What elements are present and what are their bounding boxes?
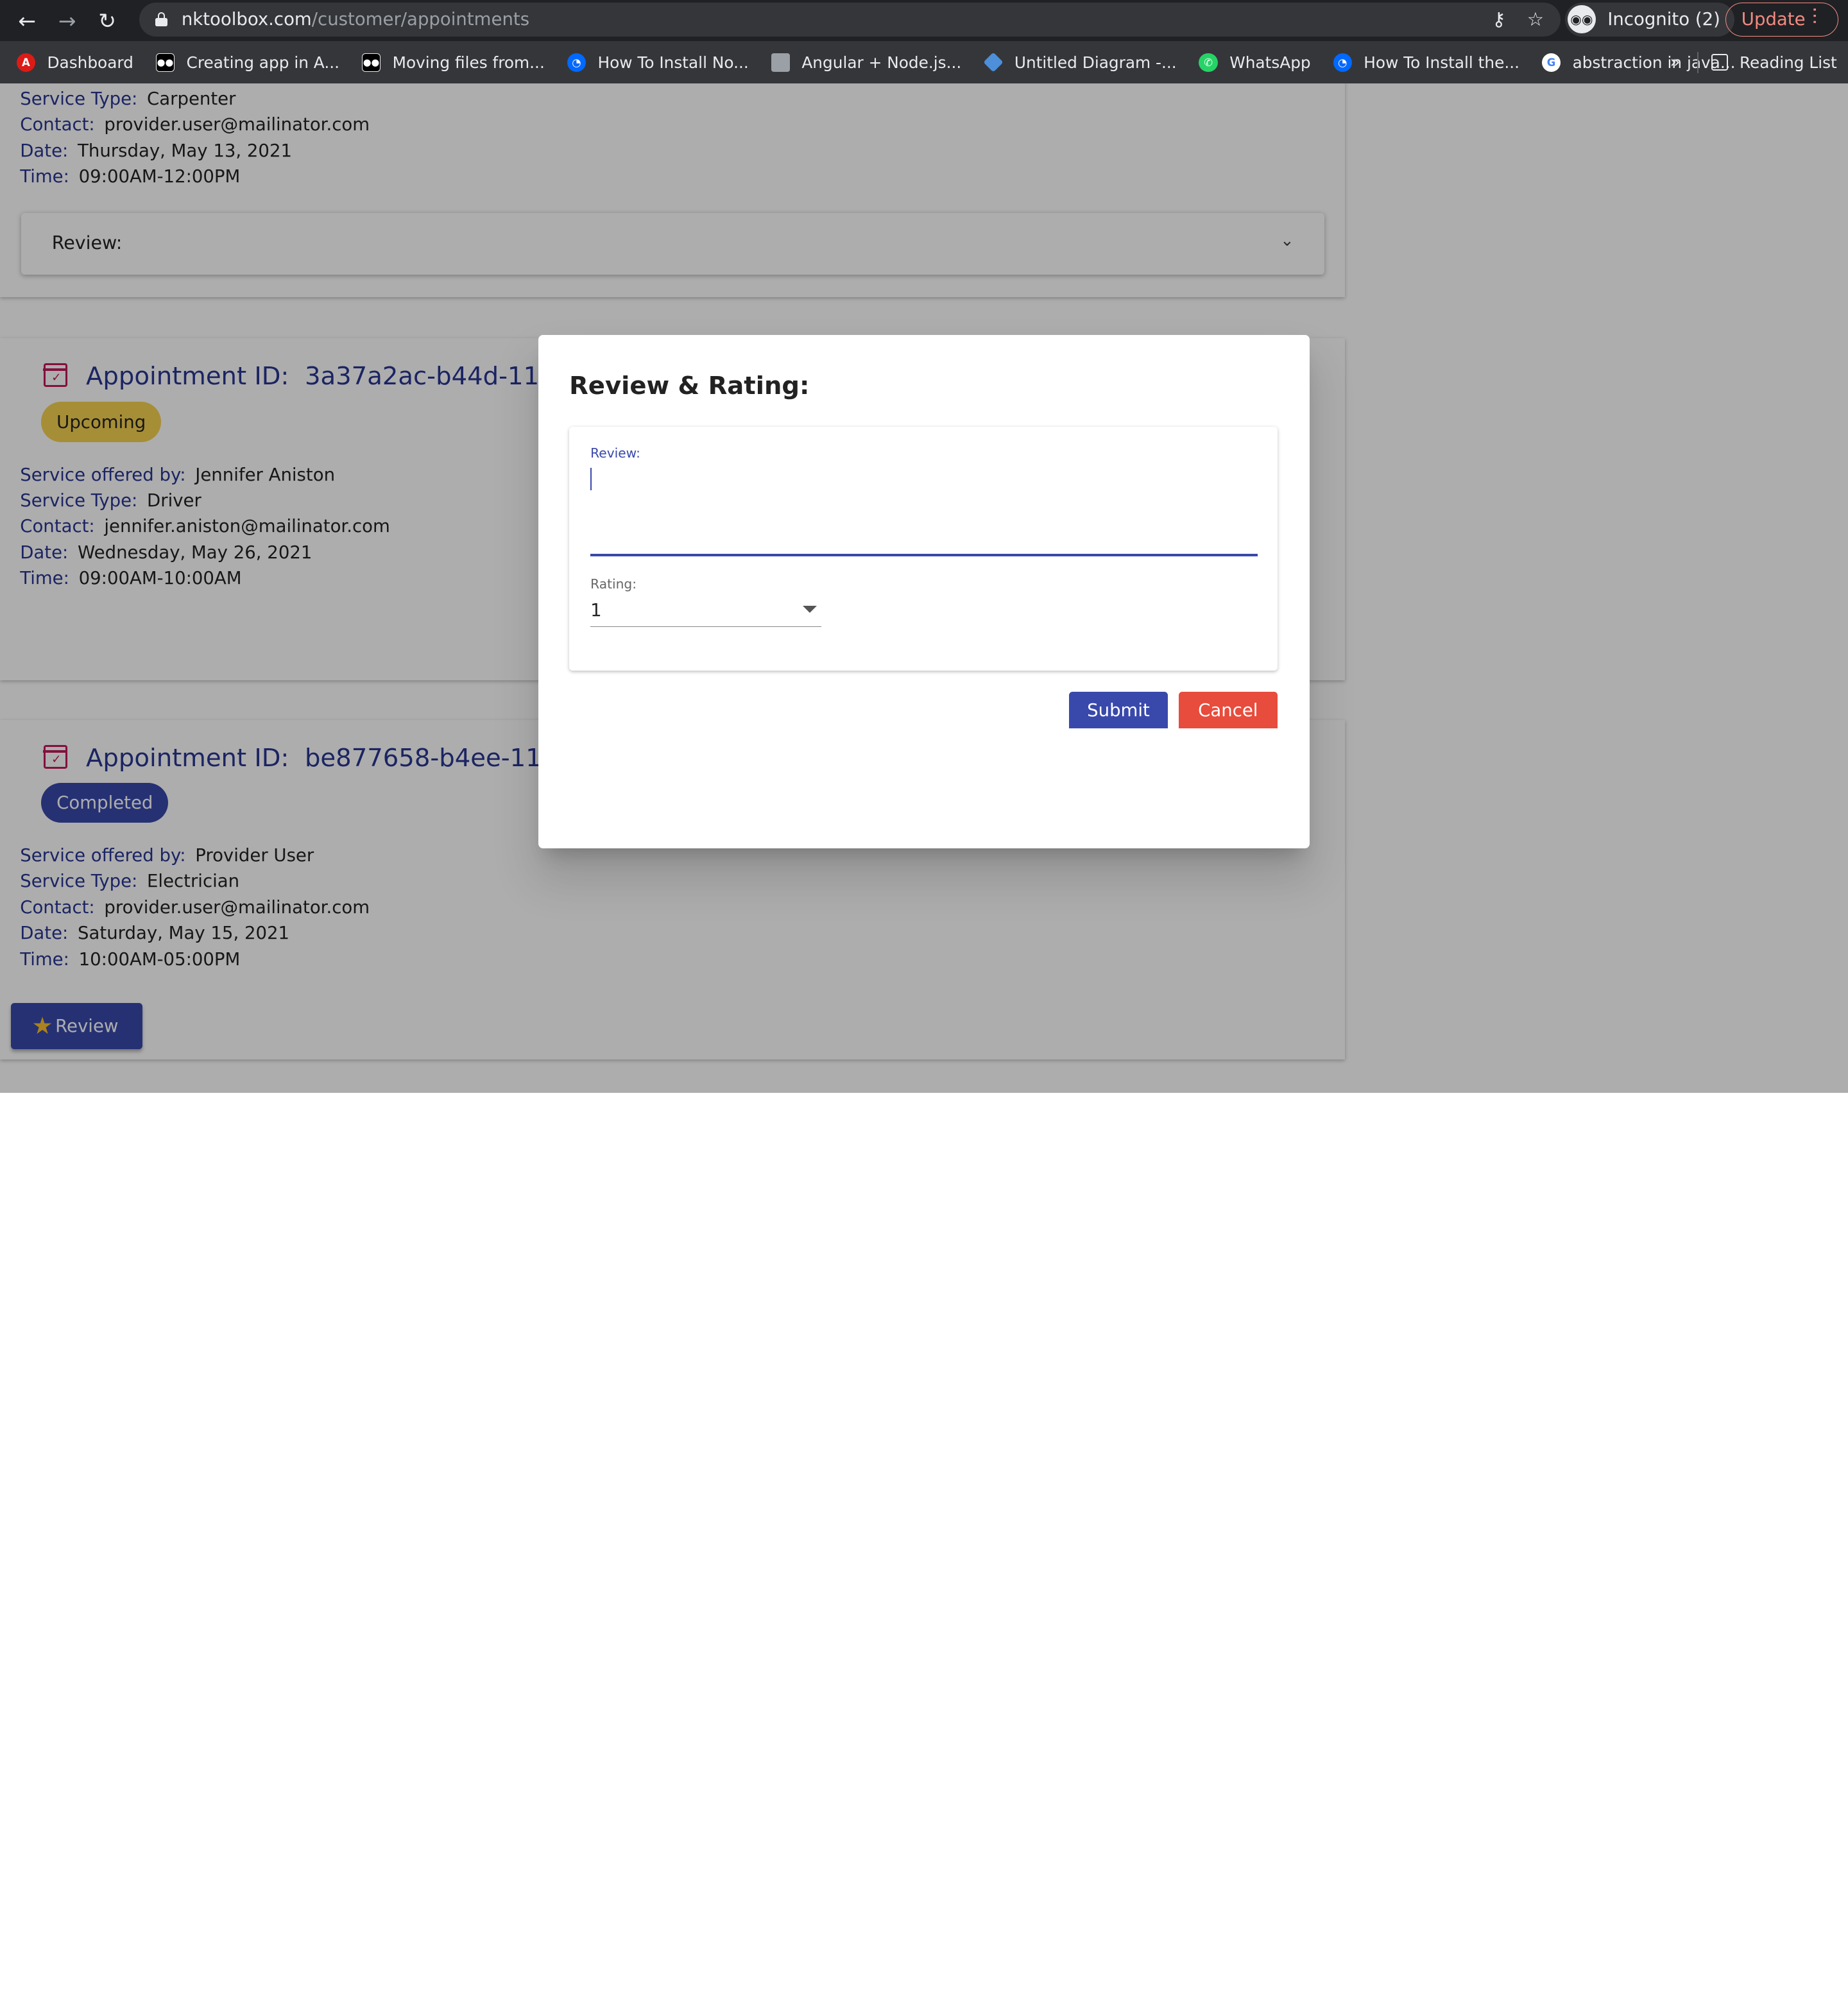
bookmark-item[interactable]: Angular + Node.js...	[771, 53, 961, 73]
bookmark-item[interactable]: ◔ How To Install the...	[1333, 53, 1519, 73]
url-path: /customer/appointments	[311, 9, 530, 30]
bookmark-item[interactable]: ●● Creating app in A...	[155, 53, 339, 73]
review-rating-dialog: Review & Rating: Review: Rating: 1 Submi…	[538, 334, 1310, 849]
reload-icon[interactable]: ↻	[87, 3, 127, 39]
whatsapp-icon: ✆	[1199, 53, 1218, 73]
update-button[interactable]: Update ⋯	[1725, 2, 1839, 37]
review-form: Review: Rating: 1	[569, 426, 1278, 671]
text-caret	[590, 468, 592, 491]
digitalocean-icon: ◔	[1333, 53, 1352, 73]
drawio-icon	[983, 52, 1004, 73]
google-icon: G	[1541, 53, 1561, 73]
kebab-menu-icon[interactable]: ⋯	[1804, 6, 1826, 23]
lock-icon	[155, 12, 167, 27]
bookmark-item[interactable]: Gabstraction in java...	[1541, 53, 1736, 73]
submit-button[interactable]: Submit	[1068, 692, 1168, 729]
reading-list-icon	[1711, 54, 1728, 71]
incognito-profile-button[interactable]: ◉◉ Incognito (2)	[1565, 2, 1734, 37]
review-textarea[interactable]	[590, 467, 1258, 556]
dropdown-arrow-icon[interactable]	[802, 606, 817, 613]
review-field-underline	[590, 554, 1258, 556]
bookmarks-bar: A Dashboard ●● Creating app in A... ●● Movi…	[0, 41, 1848, 84]
bookmark-item[interactable]: ●● Moving files from...	[361, 53, 545, 73]
medium-icon: ●●	[155, 53, 175, 73]
medium-icon: ●●	[361, 53, 381, 73]
browser-toolbar: ← → ↻ nktoolbox.com/customer/appointment…	[0, 0, 1848, 42]
image-icon	[771, 53, 790, 73]
bookmark-item[interactable]: ✆ WhatsApp	[1199, 53, 1311, 73]
forward-arrow-icon[interactable]: →	[47, 3, 87, 39]
bookmark-item[interactable]: Untitled Diagram -...	[983, 52, 1177, 73]
reading-list-button[interactable]: Reading List	[1711, 53, 1837, 72]
url-host: nktoolbox.com	[181, 9, 312, 30]
bookmarks-divider	[1697, 51, 1698, 73]
bookmarks-overflow-button[interactable]: »	[1670, 53, 1681, 72]
key-icon[interactable]: ⚷	[1492, 8, 1506, 30]
rating-select[interactable]: 1	[590, 596, 822, 628]
rating-value: 1	[590, 599, 602, 621]
digitalocean-icon: ◔	[567, 53, 586, 73]
dialog-title: Review & Rating:	[569, 371, 810, 400]
cancel-button[interactable]: Cancel	[1178, 692, 1278, 729]
reading-list-label: Reading List	[1739, 53, 1837, 72]
incognito-label: Incognito (2)	[1607, 9, 1720, 30]
bookmark-star-icon[interactable]: ☆	[1527, 8, 1544, 30]
bookmark-item[interactable]: ◔ How To Install No...	[567, 53, 749, 73]
back-arrow-icon[interactable]: ←	[7, 3, 47, 39]
bookmark-item[interactable]: A Dashboard	[16, 53, 133, 73]
address-bar[interactable]: nktoolbox.com/customer/appointments ⚷ ☆	[139, 2, 1561, 37]
incognito-icon: ◉◉	[1567, 5, 1596, 34]
angular-icon: A	[16, 53, 36, 73]
update-label: Update	[1741, 9, 1806, 30]
review-field-label: Review:	[590, 445, 640, 461]
rating-field-label: Rating:	[590, 576, 637, 592]
